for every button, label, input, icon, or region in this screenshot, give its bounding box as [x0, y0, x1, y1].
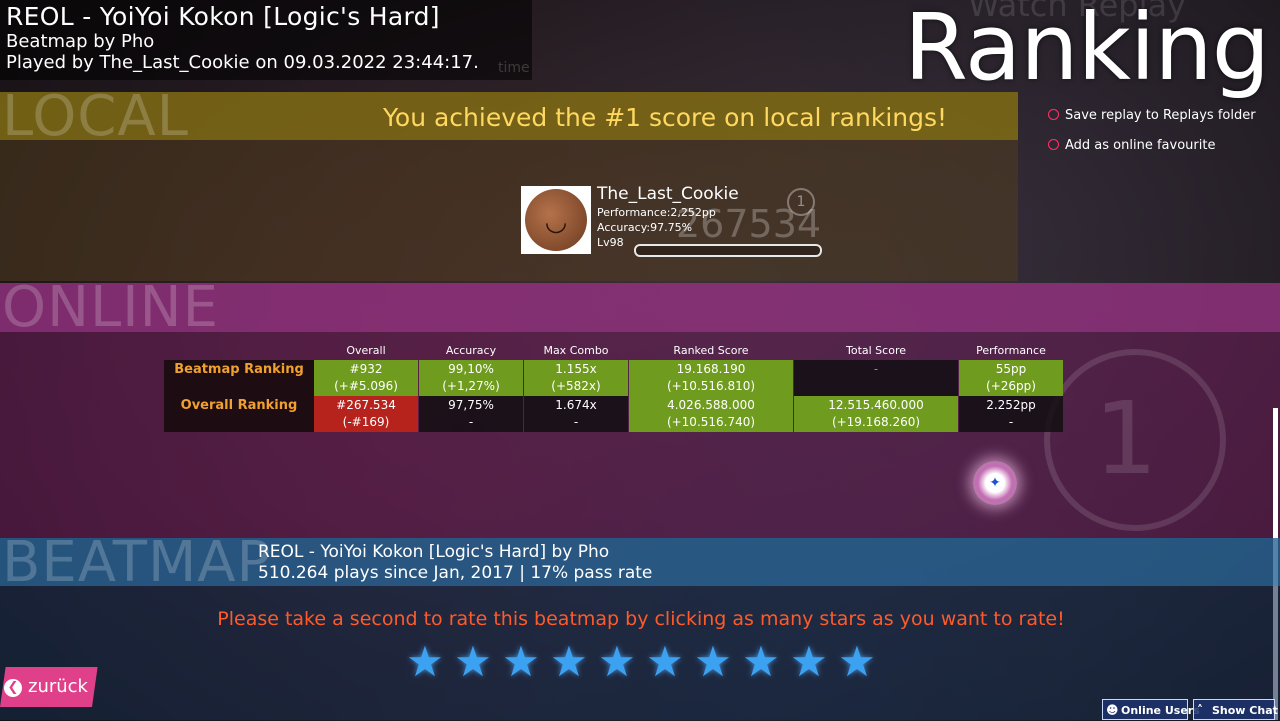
- show-chat-label: Show Chat: [1212, 704, 1278, 717]
- star-icon[interactable]: ★: [595, 640, 639, 684]
- col-header-accuracy: Accuracy: [445, 344, 497, 357]
- back-button-content[interactable]: ❮ zurück: [4, 676, 88, 697]
- online-users-button[interactable]: ☻ Online Users: [1102, 699, 1200, 720]
- rate-prompt: Please take a second to rate this beatma…: [217, 608, 1065, 630]
- radio-circle-icon: [1048, 109, 1059, 120]
- beatmap-panel: [0, 586, 1280, 720]
- save-replay-option[interactable]: Save replay to Replays folder: [1048, 108, 1256, 123]
- chevron-left-icon: ❮: [4, 679, 22, 697]
- beatmap-section-label: BEATMAP: [2, 530, 272, 595]
- table-cell: 97,75% -: [419, 396, 523, 432]
- online-users-label: Online Users: [1121, 704, 1200, 717]
- beatmap-title: REOL - YoiYoi Kokon [Logic's Hard] by Ph…: [258, 542, 610, 562]
- add-favourite-option[interactable]: Add as online favourite: [1048, 138, 1215, 153]
- row-label-overall-ranking: Overall Ranking: [164, 396, 314, 432]
- star-icon[interactable]: ★: [451, 640, 495, 684]
- chevron-up-icon: ˄: [1197, 703, 1203, 717]
- star-icon[interactable]: ★: [739, 640, 783, 684]
- col-header-ranked-score: Ranked Score: [673, 344, 749, 357]
- avatar[interactable]: ◡: [521, 186, 591, 254]
- show-chat-button[interactable]: ˄ Show Chat: [1193, 699, 1278, 720]
- ranking-title: Ranking: [904, 0, 1270, 101]
- radio-circle-icon: [1048, 139, 1059, 150]
- player-level: Lv98: [597, 236, 624, 249]
- col-header-max-combo: Max Combo: [543, 344, 609, 357]
- table-cell: 12.515.460.000 (+19.168.260): [794, 396, 958, 432]
- big-rank-number: 1: [1094, 380, 1158, 497]
- played-by-line: Played by The_Last_Cookie on 09.03.2022 …: [6, 52, 479, 73]
- col-header-performance: Performance: [976, 344, 1046, 357]
- song-title: REOL - YoiYoi Kokon [Logic's Hard]: [6, 2, 440, 31]
- song-info-box: REOL - YoiYoi Kokon [Logic's Hard] Beatm…: [0, 0, 532, 80]
- table-cell: 2.252pp -: [959, 396, 1063, 432]
- online-section-label: ONLINE: [2, 275, 219, 340]
- local-panel: [0, 140, 1018, 281]
- beatmap-stats: 510.264 plays since Jan, 2017 | 17% pass…: [258, 563, 653, 583]
- star-icon[interactable]: ★: [643, 640, 687, 684]
- star-icon[interactable]: ★: [835, 640, 879, 684]
- table-cell: 1.155x (+582x): [524, 360, 628, 396]
- level-progress-bar: [634, 244, 822, 257]
- table-cell: 1.674x -: [524, 396, 628, 432]
- star-icon[interactable]: ★: [691, 640, 735, 684]
- rank-badge: 1: [787, 188, 815, 216]
- table-cell: 99,10% (+1,27%): [419, 360, 523, 396]
- col-header-overall: Overall: [346, 344, 386, 357]
- star-icon[interactable]: ★: [499, 640, 543, 684]
- table-cell: -: [794, 360, 958, 396]
- cursor-icon: ✦: [973, 461, 1017, 505]
- save-replay-label: Save replay to Replays folder: [1065, 108, 1256, 123]
- star-icon[interactable]: ★: [547, 640, 591, 684]
- add-favourite-label: Add as online favourite: [1065, 138, 1216, 153]
- table-cell: #267.534 (-#169): [314, 396, 418, 432]
- mapper-line: Beatmap by Pho: [6, 31, 155, 52]
- player-name[interactable]: The_Last_Cookie: [597, 184, 739, 204]
- cookie-avatar-icon: ◡: [525, 189, 587, 251]
- row-label-beatmap-ranking: Beatmap Ranking: [164, 360, 314, 396]
- table-cell: #932 (+#5.096): [314, 360, 418, 396]
- star-icon[interactable]: ★: [403, 640, 447, 684]
- table-cell: 55pp (+26pp): [959, 360, 1063, 396]
- users-icon: ☻: [1106, 703, 1119, 717]
- table-cell: 4.026.588.000 (+10.516.740): [629, 396, 793, 432]
- star-icon[interactable]: ★: [787, 640, 831, 684]
- table-cell: 19.168.190 (+10.516.810): [629, 360, 793, 396]
- col-header-total-score: Total Score: [846, 344, 906, 357]
- back-label: zurück: [28, 676, 88, 697]
- time-ghost-label: time: [498, 60, 530, 76]
